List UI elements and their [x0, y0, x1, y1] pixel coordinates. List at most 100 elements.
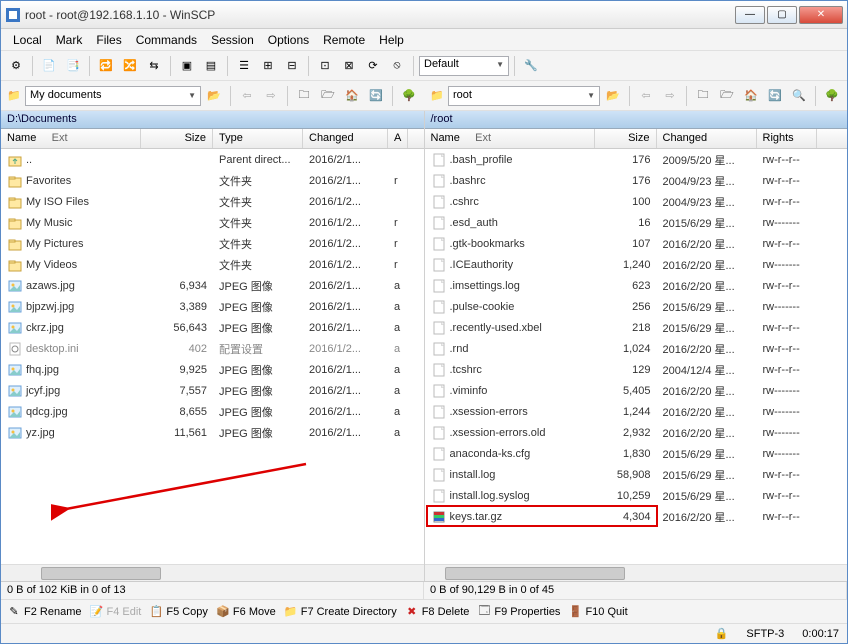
compare-icon[interactable]: 🔀 — [119, 55, 141, 77]
remote-folder-combo[interactable]: root — [448, 86, 600, 106]
f5-copy[interactable]: 📋F5 Copy — [149, 605, 208, 619]
menu-commands[interactable]: Commands — [130, 31, 203, 49]
menu-session[interactable]: Session — [205, 31, 260, 49]
local-folder-combo[interactable]: My documents — [25, 86, 201, 106]
table-row[interactable]: .xsession-errors.old2,9322016/2/20 星...r… — [425, 422, 848, 443]
f6-move[interactable]: 📦F6 Move — [216, 605, 276, 619]
f9-properties[interactable]: 🗔F9 Properties — [477, 605, 560, 619]
menu-options[interactable]: Options — [262, 31, 315, 49]
table-row[interactable]: .xsession-errors1,2442016/2/20 星...rw---… — [425, 401, 848, 422]
table-row[interactable]: .rnd1,0242016/2/20 星...rw-r--r-- — [425, 338, 848, 359]
menu-files[interactable]: Files — [90, 31, 127, 49]
table-row[interactable]: .imsettings.log6232016/2/20 星...rw-r--r-… — [425, 275, 848, 296]
table-row[interactable]: Favorites文件夹2016/2/1...r — [1, 170, 424, 191]
gear-icon[interactable]: ⚙ — [5, 55, 27, 77]
table-row[interactable]: ckrz.jpg56,643JPEG 图像2016/2/1...a — [1, 317, 424, 338]
find-icon[interactable]: ⊠ — [338, 55, 360, 77]
maximize-button[interactable]: ▢ — [767, 6, 797, 24]
remote-back-icon[interactable]: ⇦ — [635, 85, 657, 107]
table-row[interactable]: bjpzwj.jpg3,389JPEG 图像2016/2/1...a — [1, 296, 424, 317]
table-row[interactable]: .cshrc1002004/9/23 星...rw-r--r-- — [425, 191, 848, 212]
queue-icon[interactable]: ☰ — [233, 55, 255, 77]
remote-bookmark1-icon[interactable]: 🗀 — [692, 85, 714, 107]
col-name[interactable]: Name Ext — [425, 129, 595, 148]
local-back-icon[interactable]: ⇦ — [236, 85, 258, 107]
transfer-preset-combo[interactable]: Default — [419, 56, 509, 76]
remove-icon[interactable]: ⊟ — [281, 55, 303, 77]
remote-hscroll[interactable] — [425, 564, 848, 581]
table-row[interactable]: jcyf.jpg7,557JPEG 图像2016/2/1...a — [1, 380, 424, 401]
remote-home-icon[interactable]: 🏠 — [740, 85, 762, 107]
remote-refresh-icon[interactable]: 🔄 — [764, 85, 786, 107]
col-size[interactable]: Size — [141, 129, 213, 148]
remote-open-icon[interactable]: 📂 — [602, 85, 624, 107]
menu-help[interactable]: Help — [373, 31, 410, 49]
remote-bookmark2-icon[interactable]: 🗁 — [716, 85, 738, 107]
close-button[interactable]: ✕ — [799, 6, 843, 24]
f8-delete[interactable]: ✖F8 Delete — [405, 605, 470, 619]
local-tree-icon[interactable]: 🌳 — [398, 85, 420, 107]
f7-mkdir[interactable]: 📁F7 Create Directory — [284, 605, 397, 619]
local-refresh-icon[interactable]: 🔄 — [365, 85, 387, 107]
local-filelist[interactable]: ..Parent direct...2016/2/1...Favorites文件… — [1, 149, 424, 564]
f10-quit[interactable]: 🚪F10 Quit — [568, 605, 627, 619]
table-row[interactable]: My Pictures文件夹2016/1/2...r — [1, 233, 424, 254]
preferences-icon[interactable]: 🔧 — [520, 55, 542, 77]
table-row[interactable]: .bash_profile1762009/5/20 星...rw-r--r-- — [425, 149, 848, 170]
sync-icon[interactable]: 🔁 — [95, 55, 117, 77]
col-name[interactable]: Name Ext — [1, 129, 141, 148]
table-row[interactable]: install.log58,9082015/6/29 星...rw-r--r-- — [425, 464, 848, 485]
local-home-icon[interactable]: 🏠 — [341, 85, 363, 107]
remote-tree-icon[interactable]: 🌳 — [821, 85, 843, 107]
col-rights[interactable]: Rights — [757, 129, 817, 148]
table-row[interactable]: .pulse-cookie2562015/6/29 星...rw------- — [425, 296, 848, 317]
col-attrs[interactable]: A — [388, 129, 408, 148]
local-parent-icon[interactable]: 🗀 — [293, 85, 315, 107]
remote-filelist[interactable]: .bash_profile1762009/5/20 星...rw-r--r--.… — [425, 149, 848, 564]
local-fwd-icon[interactable]: ⇨ — [260, 85, 282, 107]
table-row[interactable]: My Videos文件夹2016/1/2...r — [1, 254, 424, 275]
minimize-button[interactable]: — — [735, 6, 765, 24]
console-icon[interactable]: ▤ — [200, 55, 222, 77]
table-row[interactable]: My ISO Files文件夹2016/1/2... — [1, 191, 424, 212]
menu-mark[interactable]: Mark — [50, 31, 89, 49]
remote-find-icon[interactable]: 🔍 — [788, 85, 810, 107]
table-row[interactable]: keys.tar.gz4,3042016/2/20 星...rw-r--r-- — [425, 506, 848, 527]
table-row[interactable]: anaconda-ks.cfg1,8302015/6/29 星...rw----… — [425, 443, 848, 464]
refresh-all-icon[interactable]: ⟳ — [362, 55, 384, 77]
f4-edit[interactable]: 📝F4 Edit — [89, 605, 141, 619]
menu-remote[interactable]: Remote — [317, 31, 371, 49]
local-open-icon[interactable]: 📂 — [203, 85, 225, 107]
table-row[interactable]: .bashrc1762004/9/23 星...rw-r--r-- — [425, 170, 848, 191]
table-row[interactable]: yz.jpg11,561JPEG 图像2016/2/1...a — [1, 422, 424, 443]
stop-icon[interactable]: ⦸ — [386, 55, 408, 77]
table-row[interactable]: .viminfo5,4052016/2/20 星...rw------- — [425, 380, 848, 401]
table-row[interactable]: My Music文件夹2016/1/2...r — [1, 212, 424, 233]
sync-browse-icon[interactable]: ⇆ — [143, 55, 165, 77]
add-icon[interactable]: ⊞ — [257, 55, 279, 77]
table-row[interactable]: fhq.jpg9,925JPEG 图像2016/2/1...a — [1, 359, 424, 380]
table-row[interactable]: qdcg.jpg8,655JPEG 图像2016/2/1...a — [1, 401, 424, 422]
table-row[interactable]: .tcshrc1292004/12/4 星...rw-r--r-- — [425, 359, 848, 380]
new-session-icon[interactable]: 📄 — [38, 55, 60, 77]
local-hscroll[interactable] — [1, 564, 424, 581]
terminal-icon[interactable]: ▣ — [176, 55, 198, 77]
col-size[interactable]: Size — [595, 129, 657, 148]
table-row[interactable]: .ICEauthority1,2402016/2/20 星...rw------… — [425, 254, 848, 275]
col-type[interactable]: Type — [213, 129, 303, 148]
f2-rename[interactable]: ✎F2 Rename — [7, 605, 81, 619]
col-changed[interactable]: Changed — [303, 129, 388, 148]
table-row[interactable]: desktop.ini402配置设置2016/1/2...a — [1, 338, 424, 359]
filter-icon[interactable]: ⊡ — [314, 55, 336, 77]
remote-fwd-icon[interactable]: ⇨ — [659, 85, 681, 107]
table-row[interactable]: azaws.jpg6,934JPEG 图像2016/2/1...a — [1, 275, 424, 296]
table-row[interactable]: .gtk-bookmarks1072016/2/20 星...rw-r--r-- — [425, 233, 848, 254]
col-changed[interactable]: Changed — [657, 129, 757, 148]
table-row[interactable]: .recently-used.xbel2182015/6/29 星...rw-r… — [425, 317, 848, 338]
save-session-icon[interactable]: 📑 — [62, 55, 84, 77]
menu-local[interactable]: Local — [7, 31, 48, 49]
table-row[interactable]: install.log.syslog10,2592015/6/29 星...rw… — [425, 485, 848, 506]
table-row[interactable]: ..Parent direct...2016/2/1... — [1, 149, 424, 170]
local-root-icon[interactable]: 🗁 — [317, 85, 339, 107]
table-row[interactable]: .esd_auth162015/6/29 星...rw------- — [425, 212, 848, 233]
